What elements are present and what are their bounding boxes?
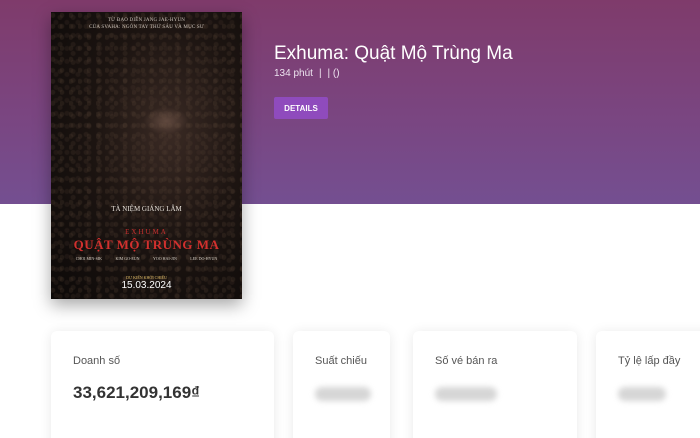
poster-cast: CHOI MIN-SIK KIM GO-EUN YOO HAI-JIN LEE …: [51, 256, 242, 261]
poster-cast-member: YOO HAI-JIN: [152, 256, 177, 261]
poster-cast-member: LEE DO-HYUN: [190, 256, 218, 261]
occupancy-label: Tỷ lệ lấp đầy: [618, 355, 681, 367]
tickets-card: Số vé bán ra: [413, 331, 577, 438]
poster-release-date: 15.03.2024: [121, 280, 172, 291]
showtimes-label: Suất chiếu: [315, 355, 367, 367]
movie-title: Exhuma: Quật Mộ Trùng Ma: [274, 43, 513, 64]
occupancy-card: Tỷ lệ lấp đầy: [596, 331, 700, 438]
poster-cast-member: KIM GO-EUN: [115, 256, 140, 261]
poster-face-shadow: [143, 107, 189, 135]
showtimes-value-blurred: [315, 387, 371, 401]
poster-tagline: TÀ NIỆM GIÁNG LÂM: [111, 205, 182, 213]
tickets-value-blurred: [435, 387, 497, 401]
poster-cast-member: CHOI MIN-SIK: [75, 256, 103, 261]
movie-rating: | (): [327, 68, 340, 79]
movie-duration: 134 phút: [274, 68, 313, 79]
occupancy-value-blurred: [618, 387, 666, 401]
poster-credit-films: CỦA SVAHA: NGÓN TAY THỨ SÁU VÀ MỤC SƯ: [89, 25, 204, 30]
revenue-value: 33,621,209,169₫: [73, 383, 200, 402]
revenue-label: Doanh số: [73, 355, 121, 367]
showtimes-card: Suất chiếu: [293, 331, 390, 438]
poster-title-vi: QUẬT MỘ TRÙNG MA: [73, 237, 220, 252]
movie-meta: 134 phút | | (): [274, 68, 340, 79]
details-button[interactable]: DETAILS: [274, 97, 328, 119]
poster-credit-director: TỪ ĐẠO DIỄN JANG JAE-HYUN: [107, 18, 186, 23]
tickets-label: Số vé bán ra: [435, 355, 498, 367]
poster-title-en: EXHUMA: [125, 228, 168, 236]
movie-poster[interactable]: TỪ ĐẠO DIỄN JANG JAE-HYUN CỦA SVAHA: NGÓ…: [51, 12, 242, 299]
revenue-card: Doanh số 33,621,209,169₫: [51, 331, 274, 438]
meta-separator: |: [318, 68, 322, 79]
